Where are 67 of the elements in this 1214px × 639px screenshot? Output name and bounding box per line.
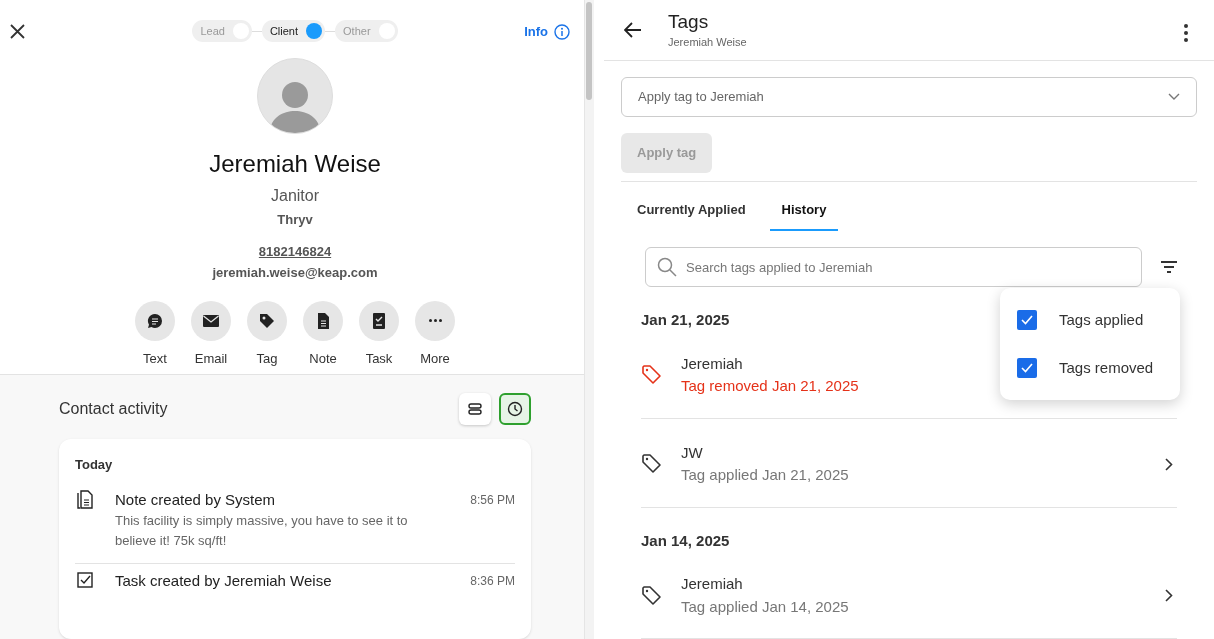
action-label: Tag bbox=[256, 349, 278, 368]
clock-icon bbox=[506, 400, 524, 418]
ellipsis-icon bbox=[428, 319, 442, 322]
activity-description: This facility is simply massive, you have to see it to believe it! 75k sq/ft! bbox=[115, 512, 409, 550]
list-view-button[interactable] bbox=[459, 393, 491, 425]
tag-history-detail: Tag applied Jan 14, 2025 bbox=[681, 596, 849, 617]
chevron-right-icon[interactable] bbox=[1165, 457, 1173, 471]
checkmark-icon bbox=[1021, 315, 1033, 325]
more-vertical-icon[interactable] bbox=[1184, 24, 1188, 42]
date-heading: Jan 21, 2025 bbox=[641, 310, 730, 330]
checkmark-icon bbox=[1021, 363, 1033, 373]
contact-name: Jeremiah Weise bbox=[209, 149, 381, 179]
email-action-button[interactable] bbox=[191, 300, 231, 341]
action-label: More bbox=[420, 349, 450, 368]
activity-title: Task created by Jeremiah Weise bbox=[115, 571, 333, 591]
checkbox-label: Tags applied bbox=[1059, 309, 1144, 330]
tag-icon bbox=[641, 453, 663, 475]
checklist-icon bbox=[370, 311, 388, 330]
tag-icon bbox=[641, 364, 663, 386]
stage-toggle[interactable]: Client bbox=[261, 20, 326, 42]
action-label: Task bbox=[365, 349, 393, 368]
tag-icon bbox=[258, 311, 276, 330]
tag-action-button[interactable] bbox=[247, 300, 287, 341]
checkbox[interactable] bbox=[1017, 310, 1037, 330]
company-name: Thryv bbox=[277, 211, 313, 229]
task-action-button[interactable] bbox=[359, 300, 399, 341]
tag-name: Jeremiah bbox=[681, 574, 743, 594]
phone-link[interactable]: 8182146824 bbox=[258, 241, 332, 261]
chat-bubble-icon bbox=[146, 311, 164, 330]
section-title: Contact activity bbox=[59, 399, 168, 419]
list-view-icon bbox=[466, 400, 484, 418]
checkbox-label: Tags removed bbox=[1059, 357, 1154, 378]
activity-time: 8:36 PM bbox=[470, 573, 515, 590]
tag-history-detail: Tag applied Jan 21, 2025 bbox=[681, 465, 849, 485]
close-icon[interactable] bbox=[10, 24, 25, 39]
search-field[interactable]: Search tags applied to Jeremiah bbox=[645, 247, 1142, 287]
note-action-button[interactable] bbox=[303, 300, 343, 341]
tag-name: Jeremiah bbox=[681, 353, 743, 374]
search-icon bbox=[657, 257, 677, 277]
checkbox[interactable] bbox=[1017, 358, 1037, 378]
chevron-right-icon[interactable] bbox=[1165, 589, 1173, 602]
tag-history-detail: Tag removed Jan 21, 2025 bbox=[681, 376, 859, 396]
day-heading: Today bbox=[75, 456, 114, 474]
tab[interactable]: Currently Applied bbox=[625, 189, 758, 231]
scrollbar-thumb[interactable] bbox=[586, 2, 592, 100]
text-action-button[interactable] bbox=[135, 300, 175, 341]
activity-title: Note created by System bbox=[115, 489, 277, 510]
action-label: Text bbox=[143, 349, 167, 368]
date-heading: Jan 14, 2025 bbox=[641, 530, 730, 551]
tag-select-field[interactable]: Apply tag to Jeremiah bbox=[621, 76, 1197, 117]
tag-name: JW bbox=[681, 442, 703, 463]
email-address: jeremiah.weise@keap.com bbox=[212, 264, 378, 282]
panel-title: Tags bbox=[668, 9, 710, 34]
activity-time: 8:56 PM bbox=[470, 491, 515, 509]
back-arrow-icon[interactable] bbox=[624, 21, 642, 38]
select-placeholder: Apply tag to Jeremiah bbox=[638, 87, 764, 106]
timeline-view-button[interactable] bbox=[499, 393, 531, 425]
action-label: Email bbox=[194, 349, 228, 368]
filter-icon[interactable] bbox=[1160, 260, 1178, 274]
job-title: Janitor bbox=[271, 186, 319, 206]
chevron-down-icon bbox=[1168, 93, 1180, 100]
tab[interactable]: History bbox=[769, 189, 839, 231]
panel-subtitle: Jeremiah Weise bbox=[668, 34, 747, 50]
action-label: Note bbox=[309, 349, 337, 368]
info-icon[interactable] bbox=[554, 23, 570, 40]
info-link[interactable]: Info bbox=[524, 22, 548, 42]
tag-icon bbox=[641, 584, 663, 607]
